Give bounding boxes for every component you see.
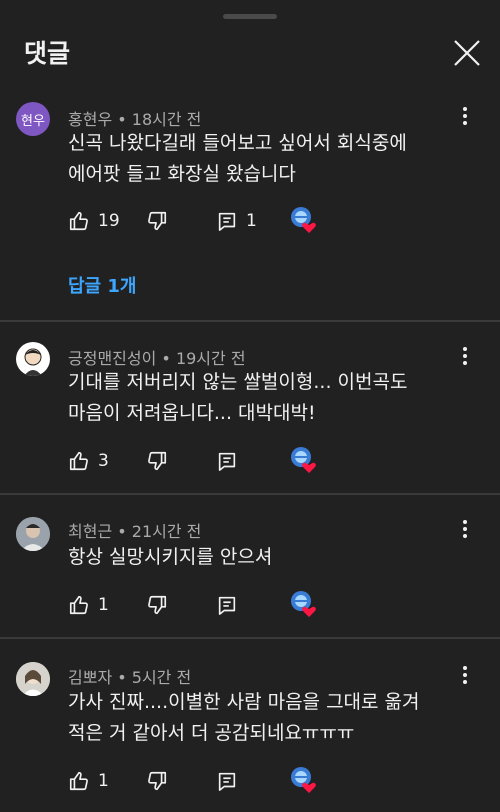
comment-author[interactable]: 김뽀자 xyxy=(68,668,112,687)
comment-time: 19시간 전 xyxy=(175,349,246,368)
thumbs-down-icon xyxy=(148,211,167,231)
avatar[interactable] xyxy=(16,662,50,696)
thumbs-up-icon xyxy=(69,595,88,615)
comment-meta: 긍정맨진성이 • 19시간 전 xyxy=(68,345,246,369)
like-count: 1 xyxy=(98,771,109,791)
like-button[interactable]: 1 xyxy=(68,766,109,796)
comment-meta: 홍현우 • 18시간 전 xyxy=(68,106,201,130)
creator-heart-icon xyxy=(291,767,316,793)
comment-line: 신곡 나왔다길래 들어보고 싶어서 회식중에 xyxy=(68,132,407,154)
meta-separator: • xyxy=(112,110,132,129)
comments-header: 댓글 xyxy=(0,0,500,90)
view-replies-link[interactable]: 답글 1개 xyxy=(68,272,136,298)
reply-button[interactable] xyxy=(216,590,238,620)
comment-time: 18시간 전 xyxy=(131,110,202,129)
creator-heart-icon xyxy=(291,447,316,473)
thumbs-up-icon xyxy=(69,211,88,231)
like-count: 3 xyxy=(98,451,109,471)
comment-actions: 1 xyxy=(68,766,368,796)
comment-icon xyxy=(218,772,236,791)
comment-text: 신곡 나왔다길래 들어보고 싶어서 회식중에 에어팟 들고 화장실 왔습니다 xyxy=(68,128,448,190)
comment-time: 5시간 전 xyxy=(131,668,192,687)
meta-separator: • xyxy=(156,349,176,368)
more-options-icon[interactable] xyxy=(455,663,475,687)
comment-text: 항상 실망시키지를 안으셔 xyxy=(68,542,448,573)
comment-text: 가사 진짜....이별한 사람 마음을 그대로 옮겨 적은 거 같아서 더 공감… xyxy=(68,687,448,749)
close-icon[interactable] xyxy=(450,36,484,70)
like-button[interactable]: 3 xyxy=(68,446,109,476)
avatar-text: 현우 xyxy=(21,113,45,129)
comment-line: 마음이 저려옵니다... 대박대박! xyxy=(68,402,316,424)
thumbs-up-icon xyxy=(69,451,88,471)
profile-photo-icon xyxy=(16,662,50,696)
like-count: 19 xyxy=(98,211,120,231)
page-title: 댓글 xyxy=(24,39,71,68)
comment-actions: 3 xyxy=(68,446,368,476)
comment-actions: 1 xyxy=(68,590,368,620)
reply-button[interactable] xyxy=(216,766,238,796)
thumbs-down-icon xyxy=(148,771,167,791)
thumbs-down-icon xyxy=(148,595,167,615)
avatar[interactable]: 현우 xyxy=(16,102,50,136)
dislike-button[interactable] xyxy=(146,446,168,476)
profile-photo-icon xyxy=(16,517,50,551)
comment-author[interactable]: 긍정맨진성이 xyxy=(68,349,156,368)
like-button[interactable]: 19 xyxy=(68,206,120,236)
more-options-icon[interactable] xyxy=(455,517,475,541)
avatar[interactable] xyxy=(16,517,50,551)
comment-icon xyxy=(218,596,236,615)
dislike-button[interactable] xyxy=(146,590,168,620)
comment-icon xyxy=(218,452,236,471)
comment-text: 기대를 저버리지 않는 쌀벌이형... 이번곡도 마음이 저려옵니다... 대박… xyxy=(68,367,448,429)
like-count: 1 xyxy=(98,595,109,615)
creator-heart-icon xyxy=(291,591,316,617)
comment-actions: 19 1 xyxy=(68,206,368,236)
reply-button[interactable] xyxy=(216,446,238,476)
comment-line: 적은 거 같아서 더 공감되네요ㅠㅠㅠ xyxy=(68,722,355,744)
comment-line: 기대를 저버리지 않는 쌀벌이형... 이번곡도 xyxy=(68,371,408,393)
more-options-icon[interactable] xyxy=(455,104,475,128)
like-button[interactable]: 1 xyxy=(68,590,109,620)
comment-icon xyxy=(218,212,236,231)
comment-line: 에어팟 들고 화장실 왔습니다 xyxy=(68,163,296,185)
comment-author[interactable]: 최현근 xyxy=(68,522,112,541)
divider xyxy=(0,320,500,322)
comment-author[interactable]: 홍현우 xyxy=(68,110,112,129)
thumbs-down-icon xyxy=(148,451,167,471)
comment-line: 가사 진짜....이별한 사람 마음을 그대로 옮겨 xyxy=(68,691,420,713)
comment-meta: 최현근 • 21시간 전 xyxy=(68,518,201,542)
avatar[interactable] xyxy=(16,342,50,376)
profile-cartoon-icon xyxy=(24,348,42,376)
comment-meta: 김뽀자 • 5시간 전 xyxy=(68,664,191,688)
comment-line: 항상 실망시키지를 안으셔 xyxy=(68,546,273,568)
meta-separator: • xyxy=(112,522,132,541)
creator-heart-icon xyxy=(291,207,316,233)
dislike-button[interactable] xyxy=(146,766,168,796)
reply-button[interactable]: 1 xyxy=(216,206,257,236)
divider xyxy=(0,637,500,639)
comment-time: 21시간 전 xyxy=(131,522,202,541)
more-options-icon[interactable] xyxy=(455,344,475,368)
thumbs-up-icon xyxy=(69,771,88,791)
divider xyxy=(0,493,500,495)
dislike-button[interactable] xyxy=(146,206,168,236)
reply-count: 1 xyxy=(246,211,257,231)
meta-separator: • xyxy=(112,668,132,687)
